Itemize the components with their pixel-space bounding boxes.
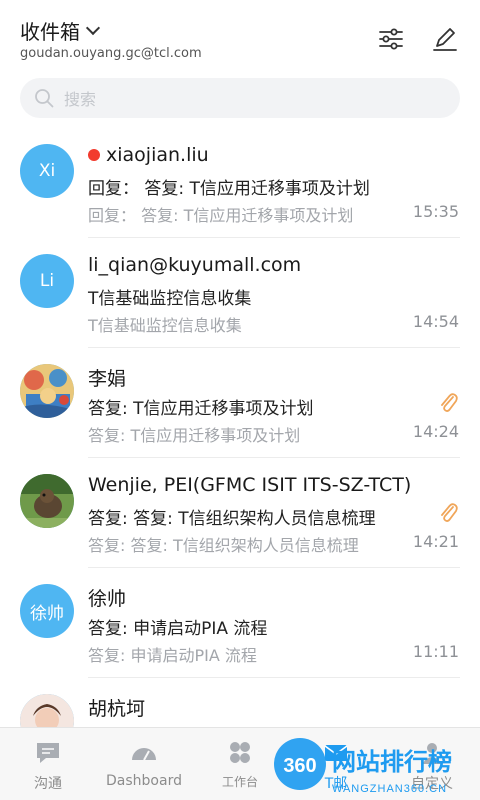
search-bar[interactable]: 搜索 — [20, 78, 460, 118]
email-preview: 答复: 申请启动PIA 流程 — [88, 646, 257, 665]
watermark-subtitle: WANGZHAN360.CN — [332, 783, 447, 795]
avatar-initials: Li — [39, 271, 55, 291]
account-email: goudan.ouyang.gc@tcl.com — [20, 46, 202, 61]
email-time: 15:35 — [412, 202, 459, 221]
sender-name: xiaojian.liu — [88, 144, 209, 166]
search-placeholder: 搜索 — [64, 90, 97, 109]
attachment-paperclip-icon — [441, 393, 458, 412]
inbox-header: 收件箱 goudan.ouyang.gc@tcl.com — [0, 0, 480, 70]
email-subject: T信基础监控信息收集 — [88, 289, 252, 309]
email-preview: 答复: T信应用迁移事项及计划 — [88, 426, 301, 445]
tab-dashboard[interactable]: Dashboard — [96, 728, 192, 800]
email-time: 14:21 — [412, 532, 459, 551]
search-icon — [35, 89, 54, 108]
email-item[interactable]: 徐帅 徐帅 答复: 申请启动PIA 流程 答复: 申请启动PIA 流程 11:1… — [0, 568, 480, 678]
email-item[interactable]: Li li_qian@kuyumall.com T信基础监控信息收集 T信基础监… — [0, 238, 480, 348]
chat-bubble-icon — [37, 743, 59, 763]
avatar[interactable] — [20, 474, 74, 528]
email-list: Xi xiaojian.liu 回复： 答复: T信应用迁移事项及计划 回复： … — [0, 128, 480, 748]
email-time: 14:54 — [412, 312, 459, 331]
avatar[interactable]: 徐帅 — [20, 584, 74, 638]
email-item[interactable]: 李娟 答复: T信应用迁移事项及计划 答复: T信应用迁移事项及计划 14:24 — [0, 348, 480, 458]
email-subject: 答复: 申请启动PIA 流程 — [88, 619, 268, 639]
avatar-photo — [20, 364, 74, 418]
tab-chat[interactable]: 沟通 — [8, 728, 88, 800]
chevron-down-icon — [85, 20, 101, 35]
email-time: 11:11 — [412, 642, 459, 661]
page-title: 收件箱 — [20, 20, 80, 44]
avatar[interactable]: Li — [20, 254, 74, 308]
avatar-initials: Xi — [38, 161, 56, 181]
dashboard-gauge-icon — [132, 748, 156, 761]
sender-name-text: Wenjie, PEI(GFMC ISIT ITS-SZ-TCT) — [88, 474, 412, 496]
sender-name-text: xiaojian.liu — [106, 144, 209, 166]
avatar-photo — [20, 474, 74, 528]
tab-label: 沟通 — [34, 776, 62, 792]
sender-name-text: 胡杭坷 — [88, 698, 146, 720]
email-subject: 答复: T信应用迁移事项及计划 — [88, 399, 314, 419]
email-item[interactable]: Wenjie, PEI(GFMC ISIT ITS-SZ-TCT) 答复: 答复… — [0, 458, 480, 568]
sender-name: 徐帅 — [88, 584, 126, 611]
email-subject: 回复： 答复: T信应用迁移事项及计划 — [88, 179, 370, 199]
email-preview: 回复： 答复: T信应用迁移事项及计划 — [88, 206, 354, 225]
attachment-paperclip-icon — [441, 503, 458, 522]
sender-name-text: li_qian@kuyumall.com — [88, 254, 302, 276]
watermark-title: 网站排行榜 — [332, 748, 452, 776]
avatar[interactable]: Xi — [20, 144, 74, 198]
avatar-initials: 徐帅 — [30, 603, 64, 624]
email-item[interactable]: Xi xiaojian.liu 回复： 答复: T信应用迁移事项及计划 回复： … — [0, 128, 480, 238]
compose-pencil-icon[interactable] — [432, 26, 458, 52]
watermark-badge: 360 — [283, 755, 316, 777]
sender-name: li_qian@kuyumall.com — [88, 254, 301, 276]
watermark-logo: 360 网站排行榜 WANGZHAN360.CN — [274, 738, 452, 795]
mailbox-selector[interactable]: 收件箱 — [20, 16, 101, 45]
sender-name: 李娟 — [88, 364, 126, 391]
tab-workbench[interactable]: 工作台 — [200, 728, 280, 800]
filter-sliders-icon[interactable] — [378, 26, 404, 52]
sender-name-text: 徐帅 — [88, 588, 127, 610]
sender-name-text: 李娟 — [88, 368, 127, 390]
unread-dot-icon — [88, 149, 100, 161]
sender-name: Wenjie, PEI(GFMC ISIT ITS-SZ-TCT) — [88, 474, 411, 496]
workbench-grid-icon — [230, 742, 250, 763]
avatar[interactable] — [20, 364, 74, 418]
tab-label: Dashboard — [106, 773, 182, 789]
tab-label: 工作台 — [221, 775, 258, 789]
email-preview: T信基础监控信息收集 — [88, 316, 242, 335]
email-subject: 答复: 答复: T信组织架构人员信息梳理 — [88, 509, 376, 529]
email-time: 14:24 — [412, 422, 459, 441]
email-preview: 答复: 答复: T信组织架构人员信息梳理 — [88, 536, 359, 555]
sender-name: 胡杭坷 — [88, 694, 145, 721]
